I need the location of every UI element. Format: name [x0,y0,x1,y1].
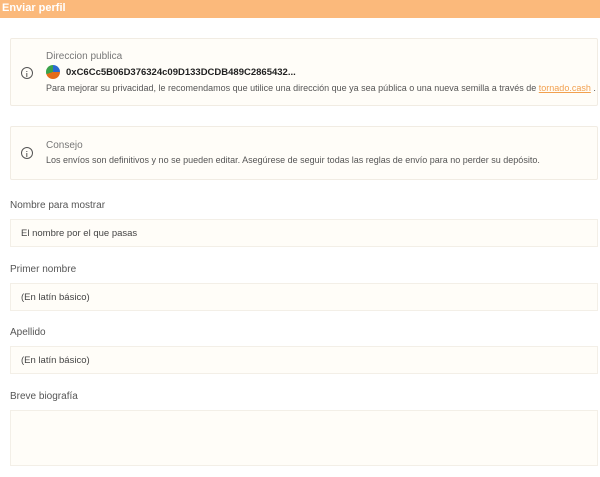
public-address-card: Direccion publica 0xC6Cc5B06D376324c09D1… [10,38,598,106]
avatar [46,65,60,79]
tornado-cash-link[interactable]: tornado.cash [539,83,591,93]
privacy-text-suffix: . [593,83,596,93]
page-title: Enviar perfil [2,2,66,14]
info-icon [21,67,33,79]
display-name-label: Nombre para mostrar [10,200,106,211]
first-name-input[interactable]: (En latín básico) [10,283,598,311]
first-name-label: Primer nombre [10,264,77,275]
header-bar: Enviar perfil [0,0,600,18]
tip-text: Los envíos son definitivos y no se puede… [46,155,540,165]
tip-card: Consejo Los envíos son definitivos y no … [10,126,598,180]
public-address: 0xC6Cc5B06D376324c09D133DCDB489C2865432.… [66,66,296,78]
last-name-input[interactable]: (En latín básico) [10,346,598,374]
address-row: 0xC6Cc5B06D376324c09D133DCDB489C2865432.… [46,65,296,79]
last-name-label: Apellido [10,327,46,338]
bio-label: Breve biografía [10,391,78,402]
privacy-text: Para mejorar su privacidad, le recomenda… [46,83,596,93]
privacy-text-body: Para mejorar su privacidad, le recomenda… [46,83,537,93]
card-title: Direccion publica [46,51,123,62]
bio-textarea[interactable] [10,410,598,466]
card-title: Consejo [46,140,83,151]
display-name-input[interactable]: El nombre por el que pasas [10,219,598,247]
last-name-placeholder: (En latín básico) [21,355,90,366]
display-name-placeholder: El nombre por el que pasas [21,228,138,239]
info-icon [21,147,33,159]
first-name-placeholder: (En latín básico) [21,292,90,303]
